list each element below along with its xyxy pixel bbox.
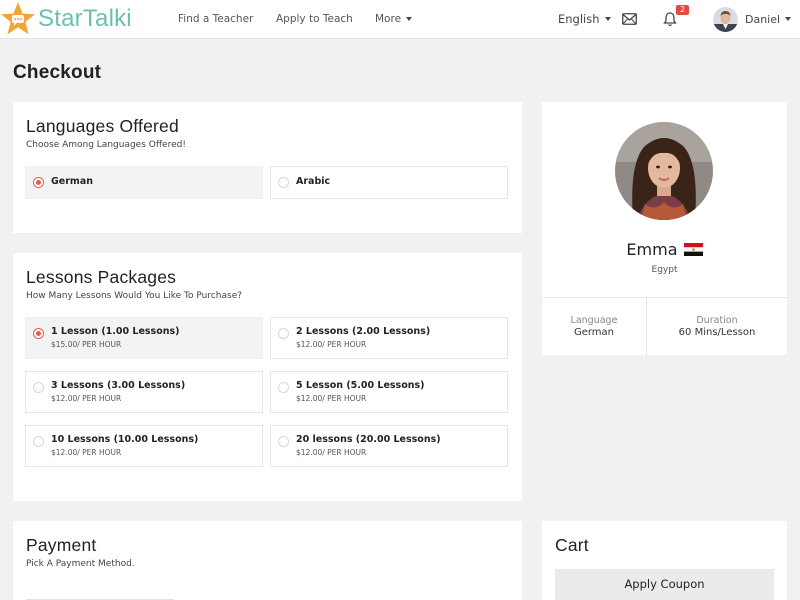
nav-more-label: More bbox=[375, 13, 402, 25]
radio-unselected[interactable] bbox=[278, 328, 289, 339]
payment-title: Payment bbox=[26, 535, 97, 555]
stat-duration: Duration 60 Mins/Lesson bbox=[647, 315, 787, 338]
package-option-price: $12.00/ PER HOUR bbox=[51, 448, 122, 457]
package-option-price: $12.00/ PER HOUR bbox=[296, 448, 367, 457]
stat-language-label: Language bbox=[570, 315, 618, 326]
user-menu[interactable]: Daniel bbox=[713, 0, 792, 38]
package-option-label: 1 Lesson (1.00 Lessons) bbox=[51, 326, 180, 337]
radio-unselected[interactable] bbox=[278, 177, 289, 188]
brand-name: StarTalki bbox=[38, 5, 132, 32]
top-navigation-bar: StarTalki Find a Teacher Apply to Teach … bbox=[0, 0, 800, 39]
egypt-flag-icon bbox=[683, 243, 703, 256]
radio-selected[interactable] bbox=[33, 177, 44, 188]
user-avatar bbox=[713, 6, 738, 32]
nav-find-teacher-link[interactable]: Find a Teacher bbox=[178, 0, 253, 38]
chevron-down-icon bbox=[604, 17, 611, 21]
stat-duration-label: Duration bbox=[696, 315, 738, 326]
language-option-german[interactable]: German bbox=[25, 166, 263, 199]
package-option-label: 20 lessons (20.00 Lessons) bbox=[296, 434, 441, 445]
radio-unselected[interactable] bbox=[33, 382, 44, 393]
package-option-3[interactable]: 3 Lessons (3.00 Lessons) $12.00/ PER HOU… bbox=[25, 371, 263, 413]
cart-title: Cart bbox=[555, 535, 589, 555]
payment-card: Payment Pick A Payment Method. bbox=[13, 521, 522, 600]
brand-logo[interactable]: StarTalki bbox=[0, 1, 132, 37]
stat-language: Language German bbox=[542, 315, 646, 338]
languages-title: Languages Offered bbox=[26, 116, 179, 136]
apply-coupon-button[interactable]: Apply Coupon bbox=[555, 569, 774, 600]
package-option-price: $12.00/ PER HOUR bbox=[51, 394, 122, 403]
language-selector-label: English bbox=[558, 12, 600, 26]
star-logo-icon bbox=[1, 2, 35, 35]
package-option-10[interactable]: 10 Lessons (10.00 Lessons) $12.00/ PER H… bbox=[25, 425, 263, 467]
package-option-price: $12.00/ PER HOUR bbox=[296, 394, 367, 403]
teacher-name: Emma bbox=[626, 240, 678, 259]
teacher-name-row: Emma bbox=[542, 240, 787, 259]
radio-unselected[interactable] bbox=[278, 382, 289, 393]
stat-language-value: German bbox=[573, 327, 615, 338]
radio-unselected[interactable] bbox=[33, 436, 44, 447]
teacher-country: Egypt bbox=[651, 265, 678, 275]
nav-more-dropdown[interactable]: More bbox=[375, 0, 413, 38]
chevron-down-icon bbox=[785, 17, 792, 21]
language-option-label: German bbox=[51, 176, 93, 187]
teacher-profile-card: Emma Egypt Language German Duration 60 M… bbox=[542, 102, 787, 356]
package-option-20[interactable]: 20 lessons (20.00 Lessons) $12.00/ PER H… bbox=[270, 425, 508, 467]
notification-count-badge: 2 bbox=[676, 5, 689, 15]
envelope-icon bbox=[622, 13, 637, 25]
stat-duration-value: 60 Mins/Lesson bbox=[678, 327, 756, 338]
page-title: Checkout bbox=[13, 62, 102, 83]
teacher-avatar bbox=[615, 122, 713, 220]
messages-button[interactable] bbox=[622, 0, 637, 38]
radio-selected[interactable] bbox=[33, 328, 44, 339]
packages-subtitle: How Many Lessons Would You Like To Purch… bbox=[26, 291, 243, 301]
chevron-down-icon bbox=[406, 17, 413, 21]
language-option-label: Arabic bbox=[296, 176, 331, 187]
package-option-label: 2 Lessons (2.00 Lessons) bbox=[296, 326, 431, 337]
teacher-stats: Language German Duration 60 Mins/Lesson bbox=[542, 297, 787, 356]
package-option-label: 5 Lesson (5.00 Lessons) bbox=[296, 380, 425, 391]
language-option-arabic[interactable]: Arabic bbox=[270, 166, 508, 199]
package-option-price: $15.00/ PER HOUR bbox=[51, 340, 122, 349]
lesson-packages-card: Lessons Packages How Many Lessons Would … bbox=[13, 253, 522, 501]
package-option-price: $12.00/ PER HOUR bbox=[296, 340, 367, 349]
package-option-label: 10 Lessons (10.00 Lessons) bbox=[51, 434, 199, 445]
languages-card: Languages Offered Choose Among Languages… bbox=[13, 102, 522, 233]
package-option-label: 3 Lessons (3.00 Lessons) bbox=[51, 380, 186, 391]
package-option-5[interactable]: 5 Lesson (5.00 Lessons) $12.00/ PER HOUR bbox=[270, 371, 508, 413]
radio-unselected[interactable] bbox=[278, 436, 289, 447]
language-selector[interactable]: English bbox=[558, 0, 611, 38]
cart-card: Cart Apply Coupon bbox=[542, 521, 787, 600]
package-option-1[interactable]: 1 Lesson (1.00 Lessons) $15.00/ PER HOUR bbox=[25, 317, 263, 359]
languages-subtitle: Choose Among Languages Offered! bbox=[26, 140, 186, 150]
payment-subtitle: Pick A Payment Method. bbox=[26, 559, 135, 569]
package-option-2[interactable]: 2 Lessons (2.00 Lessons) $12.00/ PER HOU… bbox=[270, 317, 508, 359]
nav-apply-to-teach-link[interactable]: Apply to Teach bbox=[276, 0, 353, 38]
user-name: Daniel bbox=[745, 12, 781, 26]
packages-title: Lessons Packages bbox=[26, 267, 177, 287]
